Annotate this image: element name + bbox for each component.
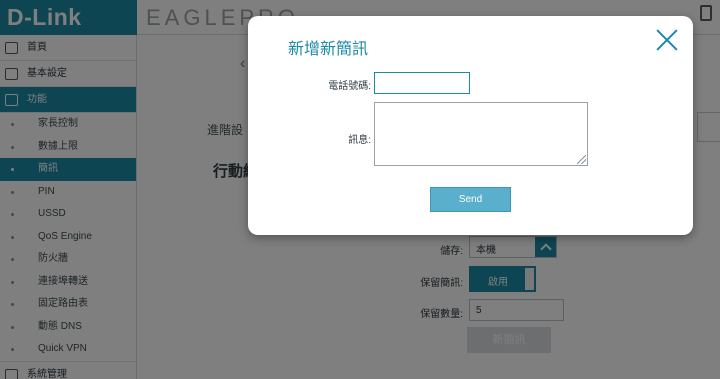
message-textarea[interactable]: [374, 102, 588, 166]
message-label: 訊息:: [348, 135, 371, 146]
new-sms-dialog: 新增新簡訊 電話號碼: 訊息: Send: [248, 16, 693, 235]
send-button[interactable]: Send: [430, 187, 511, 212]
dialog-title: 新增新簡訊: [288, 41, 369, 58]
phone-number-label: 電話號碼:: [328, 81, 371, 92]
resize-handle-icon[interactable]: [577, 155, 586, 164]
phone-number-input[interactable]: [374, 72, 470, 94]
close-icon[interactable]: [656, 29, 678, 51]
